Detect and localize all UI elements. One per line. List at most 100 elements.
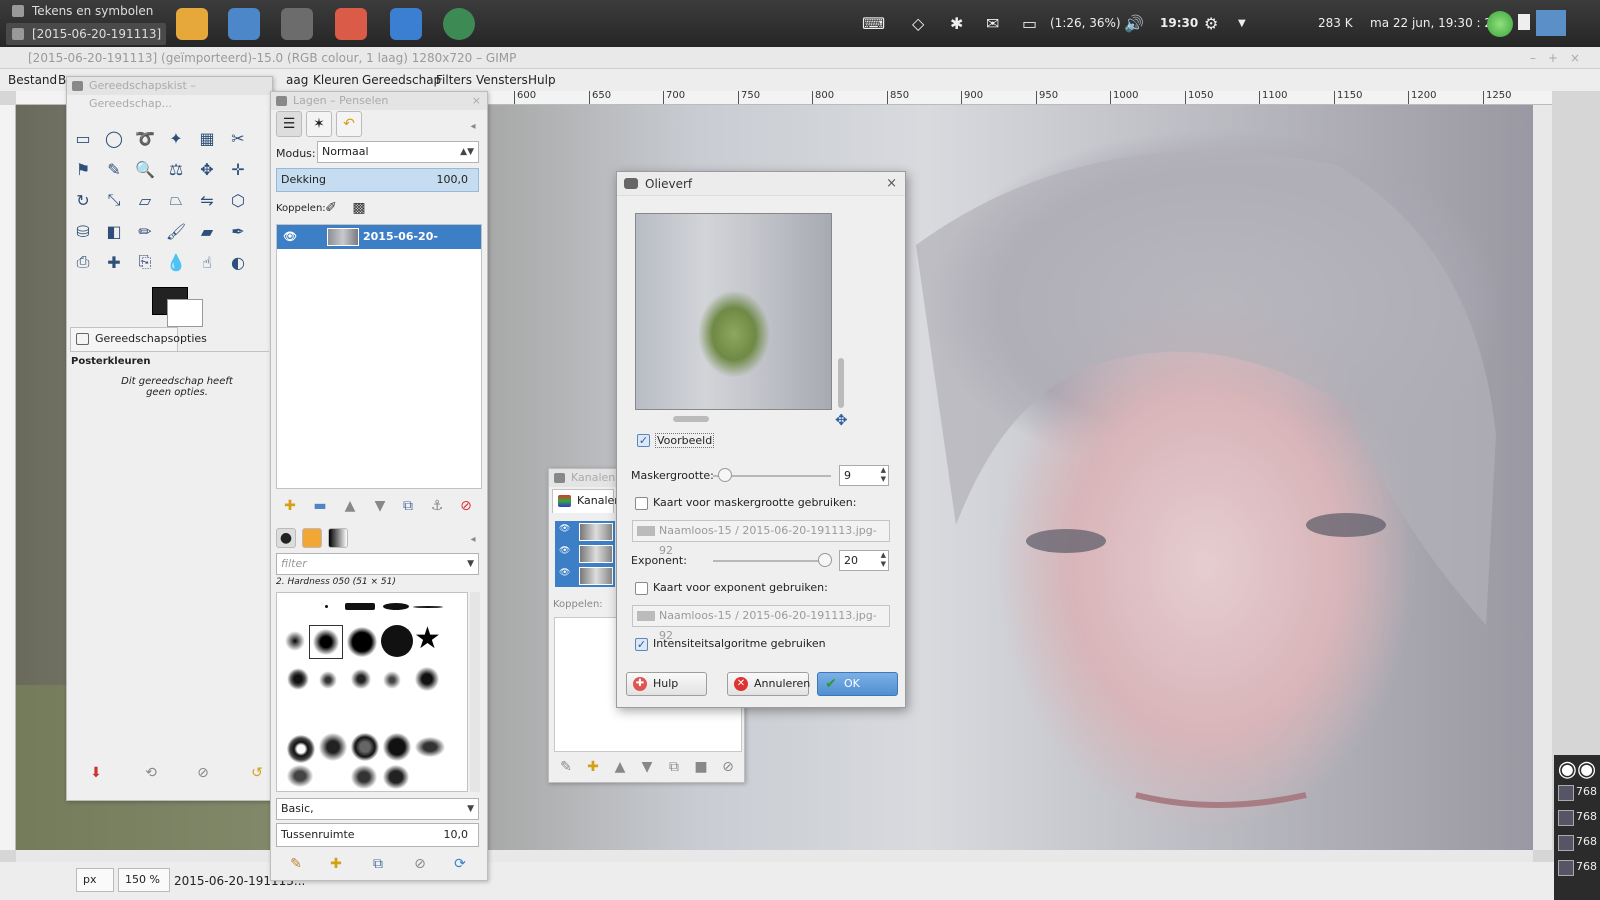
new-layer-group-icon[interactable]: ▬ xyxy=(308,494,332,518)
browser-launcher-icon[interactable] xyxy=(443,8,475,40)
brush-item[interactable] xyxy=(313,629,339,655)
horizontal-scrollbar[interactable] xyxy=(16,850,1533,862)
channel-row-blue[interactable]: 👁 xyxy=(555,565,615,587)
system-settings-icon[interactable]: ⚙ xyxy=(1204,0,1218,47)
settings-tools-launcher-icon[interactable] xyxy=(281,8,313,40)
app-launcher-icon[interactable] xyxy=(335,8,367,40)
dialog-titlebar[interactable]: Olieverf × xyxy=(617,172,905,196)
chevron-down-icon[interactable]: ▼ xyxy=(1238,0,1246,47)
navigate-preview-icon[interactable]: ✥ xyxy=(835,411,848,429)
foreground-select-tool-icon[interactable]: ⚑ xyxy=(72,158,94,180)
channel-to-selection-icon[interactable]: ■ xyxy=(689,755,713,779)
zoom-select[interactable]: 150 % xyxy=(118,868,170,892)
dock-item[interactable]: 768 xyxy=(1558,783,1600,801)
shear-tool-icon[interactable]: ▱ xyxy=(134,189,156,211)
tab-layers-icon[interactable]: ☰ xyxy=(276,111,302,137)
menu-colors[interactable]: Kleuren xyxy=(313,73,359,87)
lower-layer-icon[interactable]: ▼ xyxy=(368,494,392,518)
dodge-burn-tool-icon[interactable]: ◐ xyxy=(227,251,249,273)
ok-button[interactable]: ✔ OK xyxy=(817,672,898,696)
tab-gradients-icon[interactable] xyxy=(328,528,348,548)
brush-item[interactable] xyxy=(383,671,401,689)
brush-item[interactable] xyxy=(383,765,409,789)
new-layer-icon[interactable]: ✚ xyxy=(278,494,302,518)
measure-tool-icon[interactable]: ⚖ xyxy=(165,158,187,180)
status-indicator-icon[interactable] xyxy=(1487,11,1513,37)
taskbar-item-characters[interactable]: Tekens en symbolen xyxy=(6,0,166,22)
spin-arrows-icon[interactable]: ▲ ▼ xyxy=(881,466,886,484)
rotate-tool-icon[interactable]: ↻ xyxy=(72,189,94,211)
flip-tool-icon[interactable]: ⇋ xyxy=(196,189,218,211)
brush-item[interactable] xyxy=(319,733,347,761)
delete-brush-icon[interactable]: ⊘ xyxy=(408,852,432,876)
mask-size-knob[interactable] xyxy=(717,468,732,482)
brush-grid[interactable]: ★ xyxy=(276,592,468,792)
restore-options-icon[interactable]: ⟲ xyxy=(139,761,163,785)
menu-file[interactable]: Bestand xyxy=(8,73,57,87)
fuzzy-select-tool-icon[interactable]: ✦ xyxy=(165,127,187,149)
save-options-icon[interactable]: ⬇ xyxy=(84,761,108,785)
brush-tag-select[interactable]: Basic, ▼ xyxy=(276,798,479,820)
channel-row-green[interactable]: 👁 xyxy=(555,543,615,565)
edit-brush-icon[interactable]: ✎ xyxy=(284,852,308,876)
close-icon[interactable]: × xyxy=(472,92,481,110)
keyboard-icon[interactable]: ⌨ xyxy=(862,0,885,47)
brush-item[interactable] xyxy=(285,631,305,651)
brush-item[interactable] xyxy=(415,667,439,691)
window-controls[interactable]: –+× xyxy=(1530,47,1592,69)
raise-channel-icon[interactable]: ▲ xyxy=(608,755,632,779)
visibility-eye-icon[interactable]: 👁 xyxy=(559,524,570,534)
lock-alpha-icon[interactable]: ▩ xyxy=(347,196,371,220)
ellipse-select-tool-icon[interactable]: ◯ xyxy=(103,127,125,149)
help-button[interactable]: ✚ Hulp xyxy=(626,672,707,696)
tab-tool-options[interactable]: Gereedschapsopties xyxy=(70,327,207,351)
home-folder-launcher-icon[interactable] xyxy=(228,8,260,40)
delete-layer-icon[interactable]: ⊘ xyxy=(454,494,478,518)
bucket-fill-tool-icon[interactable]: ⛁ xyxy=(72,220,94,242)
desktop-icon[interactable] xyxy=(1536,10,1566,36)
menu-help[interactable]: Hulp xyxy=(528,73,556,87)
duplicate-channel-icon[interactable]: ⧉ xyxy=(662,755,686,779)
brush-item[interactable] xyxy=(351,669,371,689)
brush-item[interactable] xyxy=(351,733,379,761)
dock-item[interactable]: 768 xyxy=(1558,808,1600,826)
layers-titlebar[interactable]: Lagen – Penselen × xyxy=(271,92,487,110)
delete-channel-icon[interactable]: ⊘ xyxy=(716,755,740,779)
taskbar-item-gimp[interactable]: [2015-06-20-191113] (... xyxy=(6,23,166,45)
clone-tool-icon[interactable]: ⎙ xyxy=(72,251,94,273)
exponent-knob[interactable] xyxy=(818,553,833,567)
lower-channel-icon[interactable]: ▼ xyxy=(635,755,659,779)
free-select-tool-icon[interactable]: ➰ xyxy=(134,127,156,149)
exponent-map-checkbox[interactable] xyxy=(635,582,648,595)
visibility-eye-icon[interactable]: 👁 xyxy=(283,225,297,249)
spacing-slider[interactable]: Tussenruimte 10,0 xyxy=(276,823,479,847)
reset-options-icon[interactable]: ↺ xyxy=(245,761,269,785)
brush-item[interactable] xyxy=(347,627,377,657)
battery-icon[interactable]: ▭ xyxy=(1022,0,1037,47)
eyes-icon[interactable]: ◉◉ xyxy=(1554,755,1600,785)
airbrush-tool-icon[interactable]: ✒ xyxy=(227,220,249,242)
mask-map-checkbox[interactable] xyxy=(635,497,648,510)
new-channel-icon[interactable]: ✚ xyxy=(581,755,605,779)
brush-item[interactable] xyxy=(287,668,309,690)
mail-icon[interactable]: ✉ xyxy=(986,0,999,47)
menu-windows[interactable]: Vensters xyxy=(476,73,528,87)
tab-brushes-icon[interactable]: ● xyxy=(276,528,296,548)
edit-channel-icon[interactable]: ✎ xyxy=(554,755,578,779)
file-manager-launcher-icon[interactable] xyxy=(176,8,208,40)
visibility-eye-icon[interactable]: 👁 xyxy=(559,546,570,556)
heal-tool-icon[interactable]: ✚ xyxy=(103,251,125,273)
anchor-layer-icon[interactable]: ⚓ xyxy=(425,494,449,518)
brush-item[interactable] xyxy=(413,606,443,608)
visibility-eye-icon[interactable]: 👁 xyxy=(559,568,570,578)
brush-item[interactable] xyxy=(287,765,313,787)
brush-item[interactable] xyxy=(381,625,413,657)
menu-layer[interactable]: aag xyxy=(286,73,308,87)
duplicate-layer-icon[interactable]: ⧉ xyxy=(396,494,420,518)
dock-menu-icon[interactable]: ◂ xyxy=(461,527,485,551)
exponent-spinbox[interactable]: 20 ▲ ▼ xyxy=(839,550,889,571)
layer-row[interactable]: 👁 2015-06-20-191113.jpg xyxy=(277,225,481,267)
spin-arrows-icon[interactable]: ▲ ▼ xyxy=(881,551,886,569)
menu-filters[interactable]: Filters xyxy=(436,73,472,87)
brush-filter-input[interactable]: filter ▼ xyxy=(276,553,479,575)
